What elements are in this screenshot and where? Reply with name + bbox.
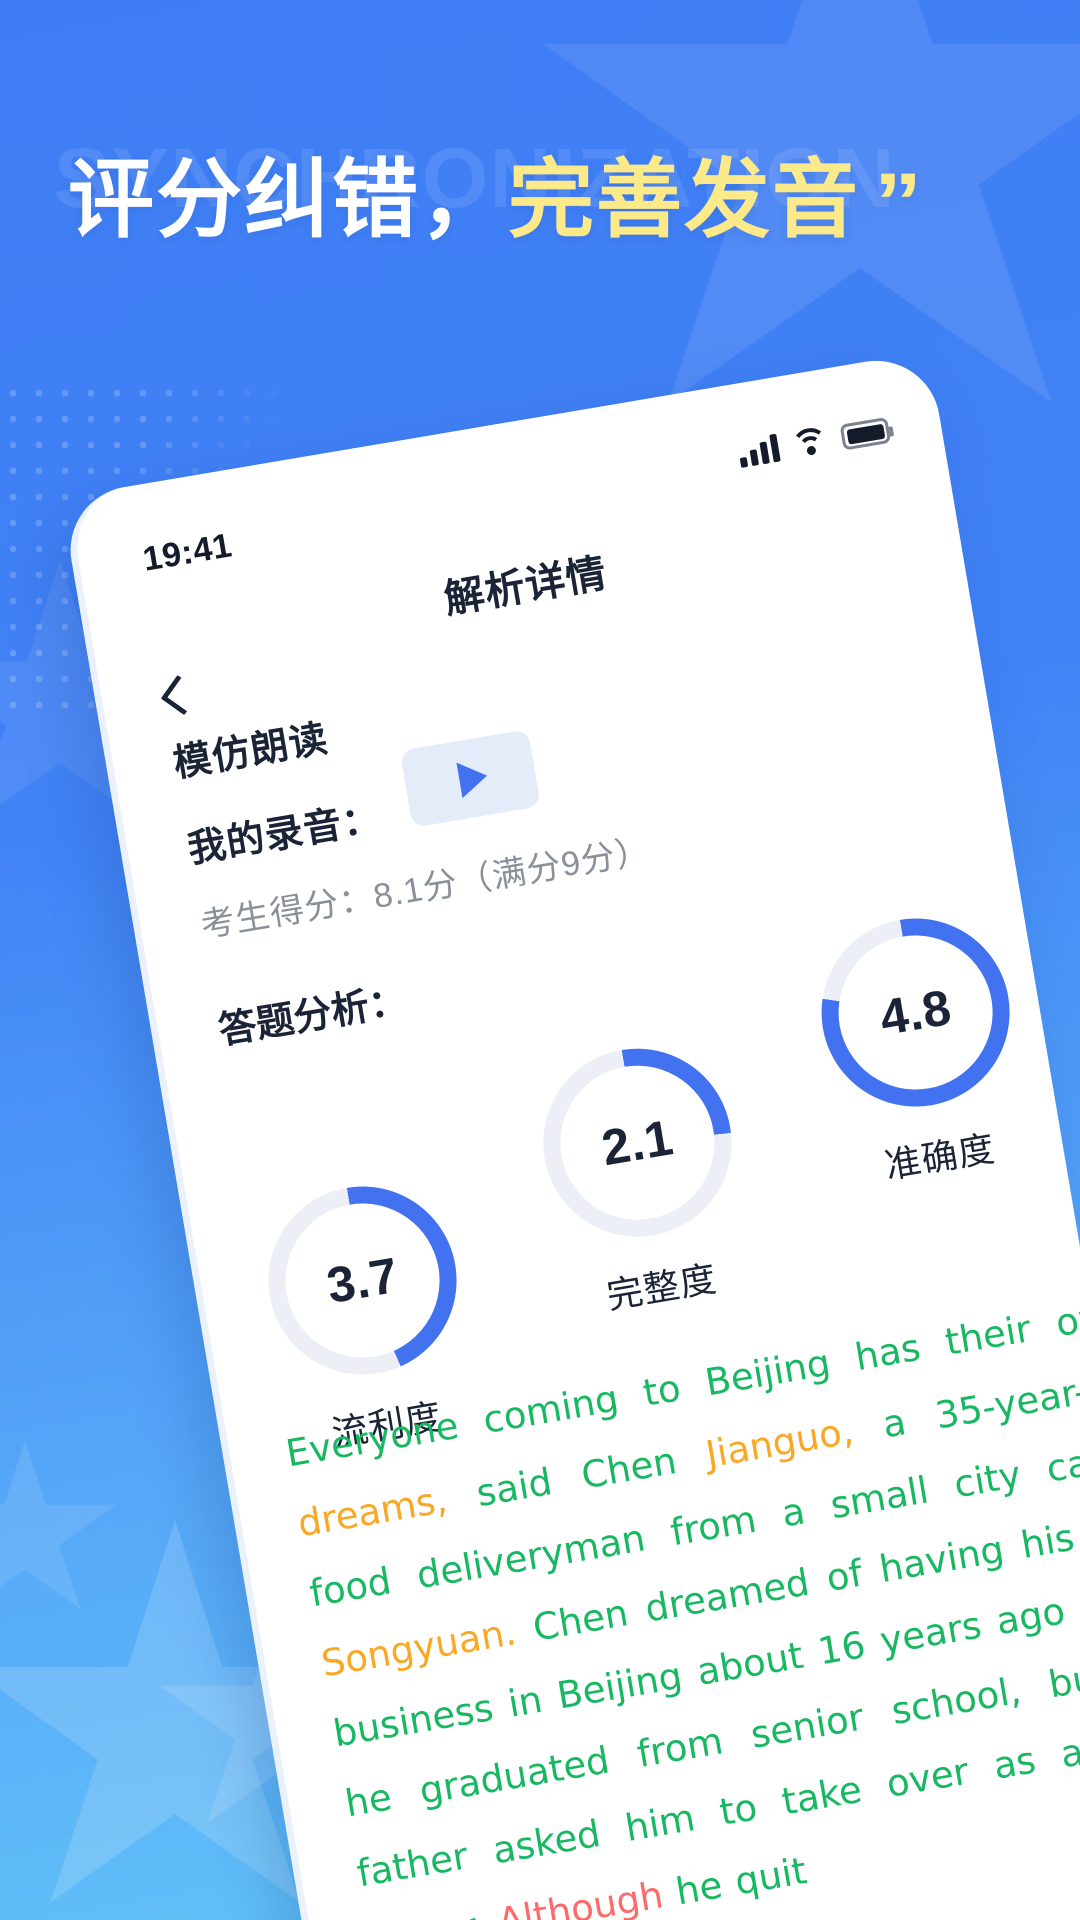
progress-ring: 3.7 [254, 1172, 471, 1389]
passage-token: he quit [672, 1849, 810, 1914]
progress-ring: 2.1 [529, 1034, 746, 1252]
analysis-content: 模仿朗读 我的录音： 考生得分：8.1分（满分9分） 答题分析： 3.7 流利度 [109, 598, 1080, 1454]
status-clock: 19:41 [140, 526, 235, 579]
passage-token: Jianguo, [702, 1404, 887, 1477]
status-icons [736, 413, 892, 468]
score-ring-label: 完整度 [603, 1257, 720, 1317]
my-recording-label: 我的录音： [184, 797, 385, 872]
play-icon [456, 757, 491, 798]
headline-part-white: 评分纠错， [68, 152, 508, 248]
page-title: 评分纠错，完善发音” [68, 150, 1008, 256]
score-ring-accuracy: 4.8 准确度 [807, 904, 1036, 1196]
score-ring-completeness: 2.1 完整度 [529, 1034, 758, 1326]
decorative-star-icon [0, 1440, 117, 1609]
quote-mark-icon: ” [874, 157, 922, 249]
signal-bars-icon [736, 432, 781, 468]
passage-token: Although [494, 1871, 680, 1920]
passage-token: said Chen [473, 1433, 710, 1516]
chevron-left-icon[interactable] [151, 672, 202, 723]
score-value: 4.8 [875, 978, 956, 1047]
passage-token: dreams, [294, 1472, 481, 1546]
progress-ring: 4.8 [807, 904, 1024, 1121]
battery-icon [839, 416, 892, 451]
passage-token: Songyuan. [318, 1607, 538, 1686]
headline-part-yellow: 完善发音 [508, 152, 860, 248]
promo-headline-block: SYNCHRONIZATION 评分纠错，完善发音” [54, 131, 1008, 256]
score-value: 3.7 [322, 1246, 403, 1315]
score-ring-label: 准确度 [881, 1127, 999, 1187]
wifi-icon [789, 423, 832, 467]
score-value: 2.1 [597, 1109, 678, 1177]
